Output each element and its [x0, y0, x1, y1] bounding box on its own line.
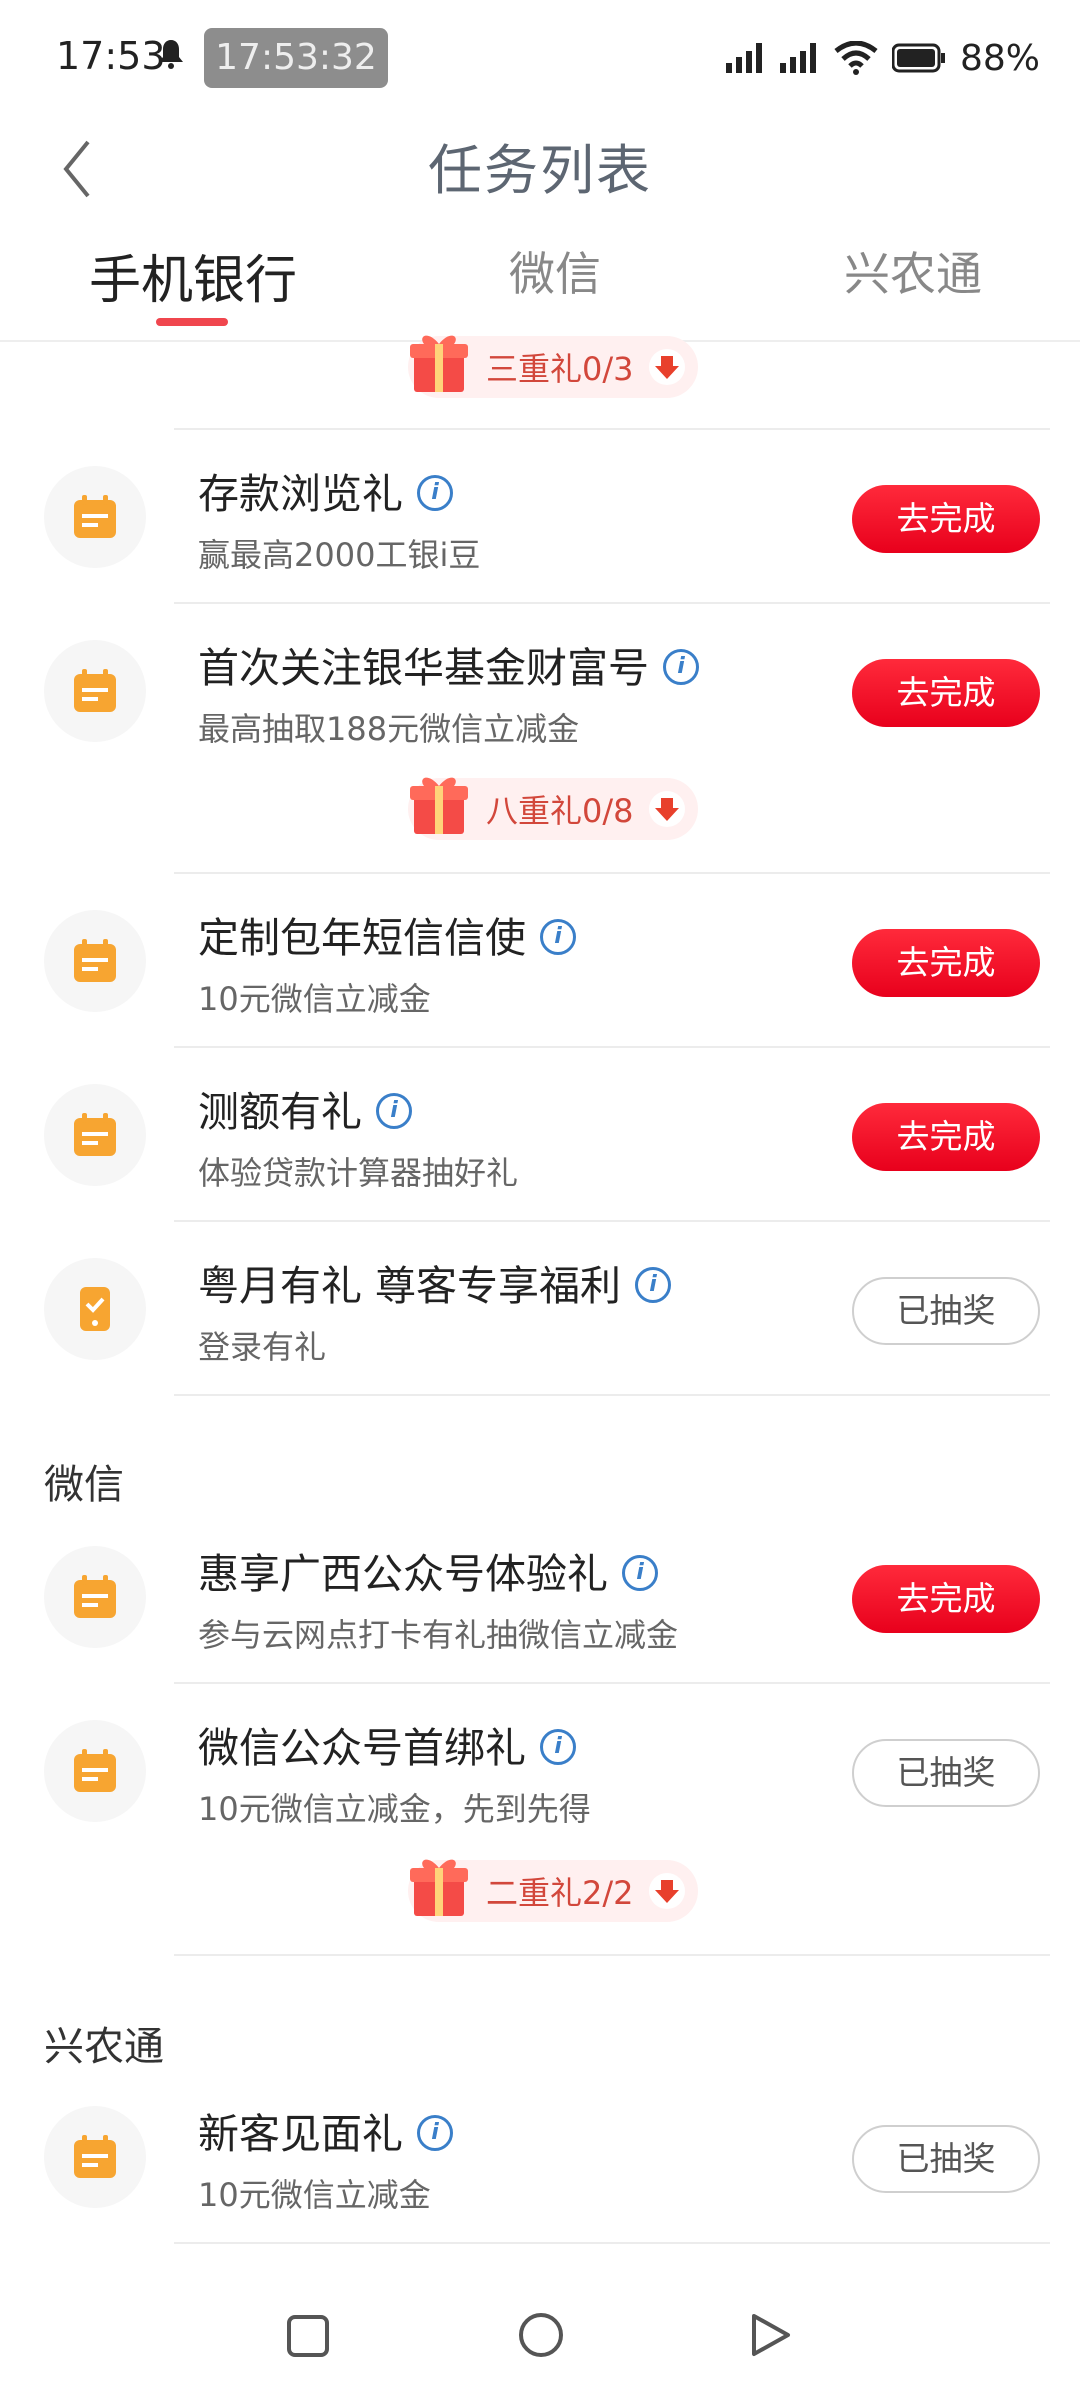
- calendar-icon: [74, 2135, 116, 2178]
- gift-tier-label: 三重礼0/3: [486, 350, 634, 388]
- arrow-down-icon: [649, 1873, 685, 1909]
- screen-record-pill: 17:53:32: [204, 28, 388, 88]
- gift-tier-label: 八重礼0/8: [486, 792, 634, 830]
- task-subtitle: 10元微信立减金，先到先得: [198, 1790, 591, 1828]
- task-icon-wrap: [44, 1258, 146, 1360]
- task-icon-wrap: [44, 910, 146, 1012]
- divider: [174, 1954, 1050, 1956]
- tab-wechat[interactable]: 微信: [505, 238, 605, 304]
- task-title: 惠享广西公众号体验礼 i: [198, 1540, 658, 1600]
- header: 任务列表: [0, 116, 1080, 226]
- go-complete-button[interactable]: 去完成: [852, 1565, 1040, 1633]
- task-icon-wrap: [44, 1720, 146, 1822]
- info-icon[interactable]: i: [540, 919, 576, 955]
- status-icons: 88%: [725, 30, 1040, 86]
- task-subtitle: 10元微信立减金: [198, 2176, 431, 2214]
- info-icon[interactable]: i: [622, 1555, 658, 1591]
- task-subtitle: 参与云网点打卡有礼抽微信立减金: [198, 1616, 679, 1654]
- gift-box-icon: [410, 1859, 468, 1916]
- calendar-icon: [74, 1113, 116, 1156]
- go-complete-button[interactable]: 去完成: [852, 485, 1040, 553]
- calendar-icon: [74, 669, 116, 712]
- already-drawn-button[interactable]: 已抽奖: [852, 2125, 1040, 2193]
- already-drawn-button[interactable]: 已抽奖: [852, 1277, 1040, 1345]
- gift-box-icon: [410, 335, 468, 392]
- task-icon-wrap: [44, 640, 146, 742]
- recent-apps-icon[interactable]: [286, 2314, 330, 2358]
- info-icon[interactable]: i: [376, 1093, 412, 1129]
- task-icon-wrap: [44, 2106, 146, 2208]
- task-row: 惠享广西公众号体验礼 i 参与云网点打卡有礼抽微信立减金 去完成: [0, 1510, 1080, 1684]
- task-title: 微信公众号首绑礼 i: [198, 1714, 576, 1774]
- signal-icon: [725, 43, 762, 73]
- status-time: 17:53: [56, 34, 166, 78]
- task-subtitle: 最高抽取188元微信立减金: [198, 710, 580, 748]
- task-icon-wrap: [44, 466, 146, 568]
- gift-tier-label: 二重礼2/2: [486, 1874, 634, 1912]
- gift-tier-pill[interactable]: 二重礼2/2: [408, 1859, 698, 1922]
- task-row: 测额有礼 i 体验贷款计算器抽好礼 去完成: [0, 1048, 1080, 1222]
- battery-icon: [891, 43, 945, 73]
- task-title: 首次关注银华基金财富号 i: [198, 634, 699, 694]
- wifi-icon: [834, 41, 878, 75]
- page-title: 任务列表: [428, 139, 652, 202]
- divider: [174, 1394, 1050, 1396]
- task-row: 存款浏览礼 i 赢最高2000工银i豆 去完成: [0, 430, 1080, 604]
- gift-tier-pill[interactable]: 三重礼0/3: [408, 335, 698, 398]
- battery-level: 88%: [959, 37, 1040, 79]
- task-row: 微信公众号首绑礼 i 10元微信立减金，先到先得 已抽奖: [0, 1684, 1080, 1854]
- info-icon[interactable]: i: [663, 649, 699, 685]
- task-title: 测额有礼 i: [198, 1078, 412, 1138]
- task-title: 定制包年短信信使 i: [198, 904, 576, 964]
- tab-bar: 手机银行 微信 兴农通: [0, 226, 1080, 342]
- go-complete-button[interactable]: 去完成: [852, 1103, 1040, 1171]
- divider: [174, 2242, 1050, 2244]
- arrow-down-icon: [649, 791, 685, 827]
- home-icon[interactable]: [518, 2312, 564, 2358]
- task-row: 首次关注银华基金财富号 i 最高抽取188元微信立减金 去完成: [0, 604, 1080, 774]
- task-subtitle: 体验贷款计算器抽好礼: [198, 1154, 519, 1192]
- task-subtitle: 登录有礼: [198, 1328, 327, 1366]
- calendar-icon: [74, 939, 116, 982]
- section-title-wechat: 微信: [44, 1462, 124, 1508]
- status-bar: 17:53 17:53:32 88%: [0, 0, 1080, 116]
- gift-box-icon: [410, 777, 468, 834]
- task-title: 新客见面礼 i: [198, 2100, 453, 2160]
- info-icon[interactable]: i: [540, 1729, 576, 1765]
- bell-icon: [159, 40, 183, 69]
- info-icon[interactable]: i: [635, 1267, 672, 1303]
- signal-icon-2: [779, 43, 816, 73]
- phone-check-icon: [80, 1287, 110, 1331]
- task-subtitle: 10元微信立减金: [198, 980, 431, 1018]
- tab-xingnongtong[interactable]: 兴农通: [838, 238, 988, 304]
- go-complete-button[interactable]: 去完成: [852, 929, 1040, 997]
- info-icon[interactable]: i: [417, 475, 453, 511]
- system-nav-bar: [0, 2280, 1080, 2400]
- tab-mobile-banking[interactable]: 手机银行: [88, 238, 298, 313]
- calendar-icon: [74, 495, 116, 538]
- task-row: 粤月有礼 尊客专享福利 i 登录有礼 已抽奖: [0, 1222, 1080, 1396]
- task-subtitle: 赢最高2000工银i豆: [198, 536, 481, 574]
- back-triangle-icon[interactable]: [750, 2312, 792, 2358]
- tab-indicator: [156, 318, 228, 326]
- section-title-xingnongtong: 兴农通: [44, 2024, 164, 2070]
- task-icon-wrap: [44, 1084, 146, 1186]
- calendar-icon: [74, 1575, 116, 1618]
- task-title: 粤月有礼 尊客专享福利 i: [198, 1252, 672, 1312]
- task-icon-wrap: [44, 1546, 146, 1648]
- info-icon[interactable]: i: [417, 2115, 453, 2151]
- task-row: 新客见面礼 i 10元微信立减金 已抽奖: [0, 2070, 1080, 2244]
- task-row: 定制包年短信信使 i 10元微信立减金 去完成: [0, 874, 1080, 1048]
- calendar-icon: [74, 1749, 116, 1792]
- already-drawn-button[interactable]: 已抽奖: [852, 1739, 1040, 1807]
- gift-tier-pill[interactable]: 八重礼0/8: [408, 777, 698, 840]
- arrow-down-icon: [649, 349, 685, 385]
- task-title: 存款浏览礼 i: [198, 460, 453, 520]
- go-complete-button[interactable]: 去完成: [852, 659, 1040, 727]
